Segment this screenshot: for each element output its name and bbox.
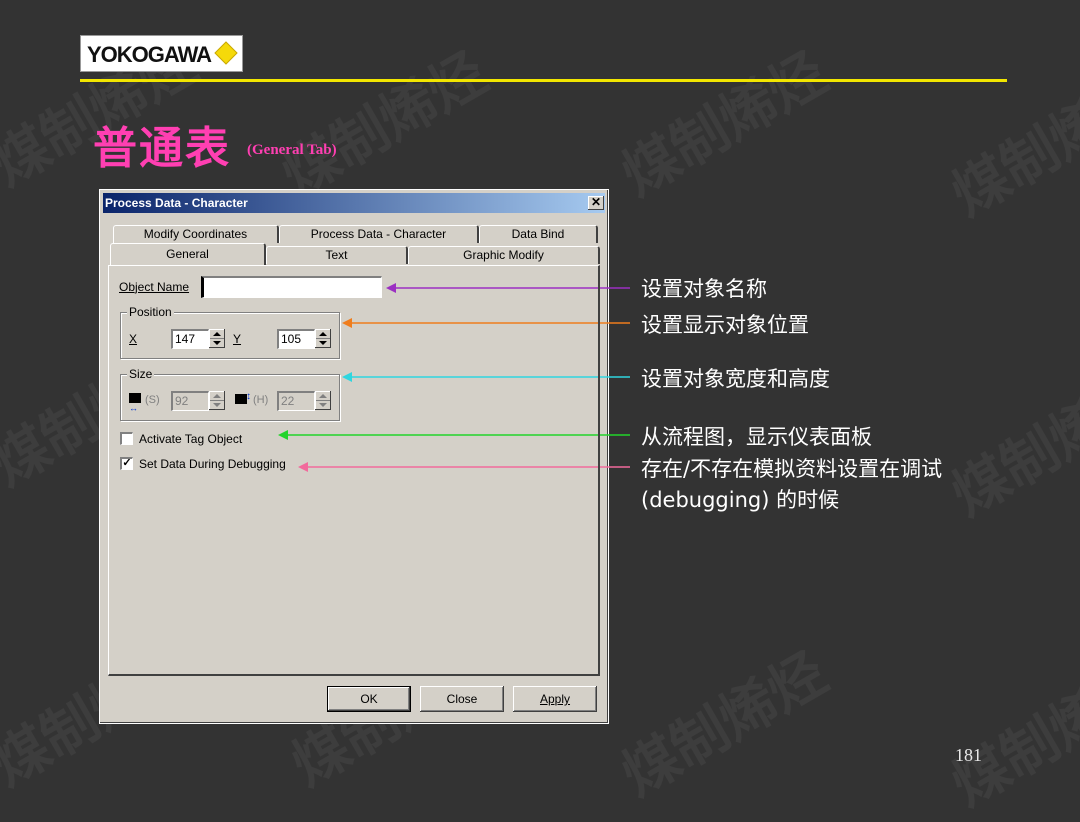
process-data-dialog: Process Data - Character ✕ Modify Coordi… xyxy=(99,189,609,724)
annotation-position: 设置显示对象位置 xyxy=(641,313,809,337)
annotation-activate-tag: 从流程图，显示仪表面板 xyxy=(641,425,872,449)
annotation-object-name: 设置对象名称 xyxy=(641,277,767,301)
general-tab-panel xyxy=(108,265,600,676)
page-number: 181 xyxy=(955,745,982,765)
annotation-set-data-line2: (debugging) 的时候 xyxy=(641,488,840,512)
tab-general[interactable]: General xyxy=(110,243,266,265)
annotation-set-data-line1: 存在/不存在模拟资料设置在调试 xyxy=(641,457,943,481)
annotation-size: 设置对象宽度和高度 xyxy=(641,367,830,391)
